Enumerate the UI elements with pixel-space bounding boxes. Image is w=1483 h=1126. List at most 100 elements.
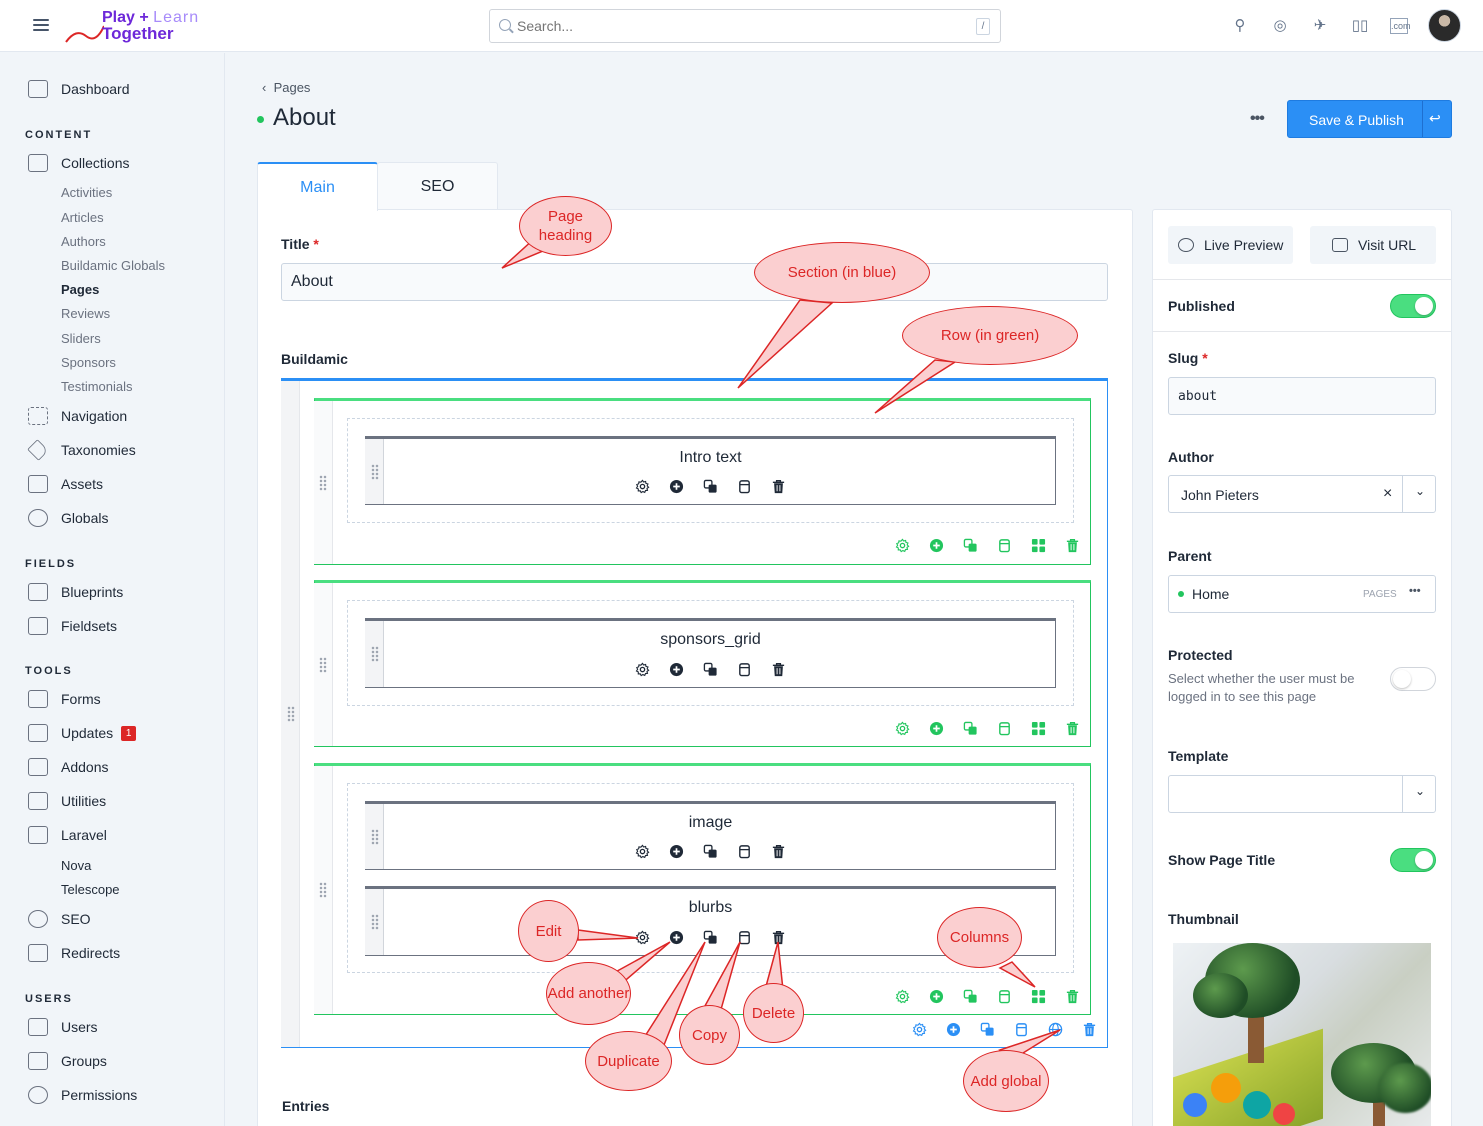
sidebar-item-blueprints[interactable]: Blueprints [28,581,123,603]
duplicate-icon[interactable] [963,538,978,553]
duplicate-icon[interactable] [703,662,718,677]
copy-icon[interactable] [737,930,752,945]
live-preview-button[interactable]: Live Preview [1168,226,1293,264]
gear-icon[interactable] [895,538,910,553]
visit-url-button[interactable]: Visit URL [1310,226,1436,264]
avatar[interactable] [1428,9,1461,42]
duplicate-icon[interactable] [703,844,718,859]
sidebar-subitem-buildamic-globals[interactable]: Buildamic Globals [61,258,165,273]
logo[interactable]: Play + Learn Together [64,8,214,44]
sidebar-item-globals[interactable]: Globals [28,507,108,529]
sidebar-subitem-sliders[interactable]: Sliders [61,331,101,346]
duplicate-icon[interactable] [703,479,718,494]
copy-icon[interactable] [737,844,752,859]
site-icon[interactable]: ◎ [1270,16,1290,36]
copy-icon[interactable] [737,662,752,677]
copy-icon[interactable] [997,989,1012,1004]
rocket-icon[interactable]: ✈ [1310,16,1330,36]
row-drag-handle[interactable] [314,766,333,1014]
duplicate-icon[interactable] [703,930,718,945]
copy-icon[interactable] [997,721,1012,736]
plus-circle-icon[interactable] [929,989,944,1004]
plus-circle-icon[interactable] [946,1022,961,1037]
thumbnail-image[interactable] [1173,943,1431,1126]
breadcrumb[interactable]: ‹ Pages [262,80,310,95]
tab-seo[interactable]: SEO [377,162,498,210]
duplicate-icon[interactable] [980,1022,995,1037]
sidebar-subitem-testimonials[interactable]: Testimonials [61,379,133,394]
duplicate-icon[interactable] [963,989,978,1004]
sidebar-item-taxonomies[interactable]: Taxonomies [27,439,136,461]
plus-circle-icon[interactable] [669,930,684,945]
slug-input[interactable]: about [1168,377,1436,415]
sidebar-item-utilities[interactable]: Utilities [28,790,106,812]
plus-circle-icon[interactable] [669,662,684,677]
search-input[interactable] [517,16,957,36]
sidebar-item-groups[interactable]: Groups [28,1050,107,1072]
columns-icon[interactable] [1031,721,1046,736]
sidebar-item-assets[interactable]: Assets [28,473,103,495]
search-box[interactable]: / [489,9,1001,43]
sidebar-subitem-articles[interactable]: Articles [61,210,104,225]
columns-icon[interactable] [1031,538,1046,553]
sidebar-item-collections[interactable]: Collections [28,152,129,174]
parent-field[interactable]: Home PAGES ••• [1168,575,1436,613]
save-publish-button[interactable]: Save & Publish ↩ [1287,100,1452,138]
row-drag-handle[interactable] [314,401,333,564]
gear-icon[interactable] [912,1022,927,1037]
sidebar-subitem-authors[interactable]: Authors [61,234,106,249]
trash-icon[interactable] [771,844,786,859]
globe-icon[interactable] [1048,1022,1063,1037]
template-select[interactable]: ⌄ [1168,775,1436,813]
sidebar-item-addons[interactable]: Addons [28,756,108,778]
sidebar-subitem-reviews[interactable]: Reviews [61,306,110,321]
sidebar-item-navigation[interactable]: Navigation [28,405,127,427]
columns-icon[interactable] [1031,989,1046,1004]
section-drag-handle[interactable] [281,381,300,1047]
row-drag-handle[interactable] [314,583,333,746]
sidebar-item-seo[interactable]: SEO [28,908,91,930]
gear-icon[interactable] [635,479,650,494]
copy-icon[interactable] [1014,1022,1029,1037]
plus-circle-icon[interactable] [929,538,944,553]
trash-icon[interactable] [771,479,786,494]
gear-icon[interactable] [635,662,650,677]
trash-icon[interactable] [1082,1022,1097,1037]
gear-icon[interactable] [635,930,650,945]
dotcom-icon[interactable]: .com [1390,18,1411,34]
trash-icon[interactable] [771,662,786,677]
trash-icon[interactable] [771,930,786,945]
author-select[interactable]: John Pieters × ⌄ [1168,475,1436,513]
chevron-down-icon[interactable]: ⌄ [1415,784,1425,798]
trash-icon[interactable] [1065,989,1080,1004]
return-icon[interactable]: ↩ [1429,110,1441,127]
hamburger-menu-icon[interactable] [33,19,49,32]
show-page-title-toggle[interactable] [1390,848,1436,872]
published-toggle[interactable] [1390,294,1436,318]
clear-icon[interactable]: × [1383,485,1392,503]
plus-circle-icon[interactable] [929,721,944,736]
tab-main[interactable]: Main [257,162,378,211]
title-input[interactable]: About [281,263,1108,301]
more-actions-button[interactable]: ••• [1250,110,1265,128]
trash-icon[interactable] [1065,721,1080,736]
copy-icon[interactable] [997,538,1012,553]
gear-icon[interactable] [895,721,910,736]
sidebar-subitem-sponsors[interactable]: Sponsors [61,355,116,370]
trash-icon[interactable] [1065,538,1080,553]
sidebar-item-users[interactable]: Users [28,1016,98,1038]
more-icon[interactable]: ••• [1409,585,1421,597]
sidebar-subitem-nova[interactable]: Nova [61,858,91,873]
sidebar-item-updates[interactable]: Updates 1 [28,722,137,744]
plus-circle-icon[interactable] [669,479,684,494]
sidebar-item-forms[interactable]: Forms [28,688,101,710]
sidebar-subitem-activities[interactable]: Activities [61,185,112,200]
chevron-down-icon[interactable]: ⌄ [1415,484,1425,498]
sidebar-item-dashboard[interactable]: Dashboard [28,78,130,100]
gear-icon[interactable] [635,844,650,859]
sidebar-item-permissions[interactable]: Permissions [28,1084,137,1106]
sidebar-subitem-telescope[interactable]: Telescope [61,882,120,897]
pin-icon[interactable]: ⚲ [1230,16,1250,36]
copy-icon[interactable] [737,479,752,494]
duplicate-icon[interactable] [963,721,978,736]
